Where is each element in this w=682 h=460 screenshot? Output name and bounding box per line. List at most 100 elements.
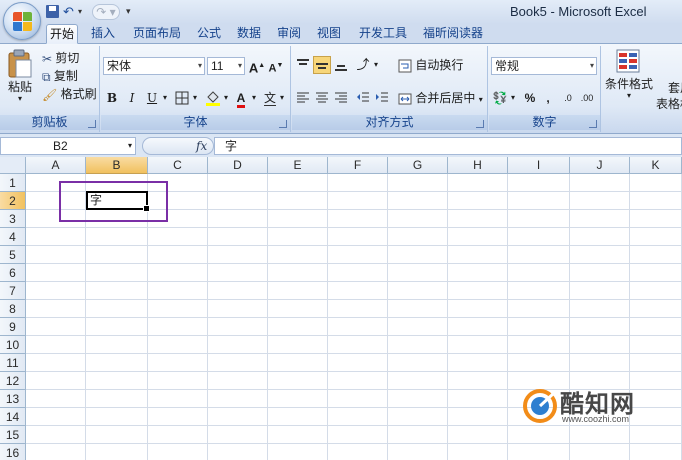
row-header-7[interactable]: 7 (0, 282, 26, 300)
office-button[interactable] (3, 2, 41, 40)
column-header-a[interactable]: A (26, 157, 86, 174)
row-header-11[interactable]: 11 (0, 354, 26, 372)
select-all-button[interactable] (0, 157, 26, 174)
tab-insert[interactable]: 插入 (88, 24, 118, 44)
ribbon: 粘贴 ▾ ✂ 剪切 ⧉ 复制 🖌 格式刷 剪贴板 宋体 ▾ 11 ▾ A▲ A▼ B… (0, 44, 682, 134)
formula-input[interactable]: 字 (214, 137, 682, 155)
align-bottom-button[interactable] (332, 56, 350, 74)
fill-color-button[interactable] (204, 89, 222, 107)
grow-font-button[interactable]: A▲ (248, 57, 266, 75)
row-header-6[interactable]: 6 (0, 264, 26, 282)
underline-button[interactable]: U (143, 89, 161, 107)
fill-color-dropdown-icon[interactable]: ▾ (221, 89, 231, 107)
row-header-3[interactable]: 3 (0, 210, 26, 228)
align-left-button[interactable] (294, 89, 312, 107)
row-header-2[interactable]: 2 (0, 192, 26, 210)
copy-button[interactable]: ⧉ 复制 (42, 68, 78, 85)
number-format-select[interactable]: 常规 ▾ (491, 57, 597, 75)
font-name-select[interactable]: 宋体 ▾ (103, 57, 205, 75)
paste-button[interactable]: 粘贴 ▾ (4, 49, 36, 109)
column-header-e[interactable]: E (268, 157, 328, 174)
accounting-dropdown-icon[interactable]: ▾ (508, 89, 518, 107)
font-launcher-icon[interactable] (279, 120, 287, 128)
row-header-14[interactable]: 14 (0, 408, 26, 426)
row-header-13[interactable]: 13 (0, 390, 26, 408)
chevron-down-icon: ▾ (127, 141, 132, 150)
align-top-button[interactable] (294, 56, 312, 74)
row-header-1[interactable]: 1 (0, 174, 26, 192)
column-header-i[interactable]: I (508, 157, 570, 174)
increase-indent-button[interactable] (373, 89, 391, 107)
align-right-button[interactable] (332, 89, 350, 107)
format-as-table-button[interactable]: 套用 表格格 (656, 80, 682, 112)
row-header-8[interactable]: 8 (0, 300, 26, 318)
row-header-12[interactable]: 12 (0, 372, 26, 390)
orientation-dropdown-icon[interactable]: ▾ (371, 56, 381, 74)
scissors-icon: ✂ (42, 51, 53, 66)
font-color-button[interactable]: A (232, 89, 250, 108)
undo-dropdown-icon[interactable]: ▾ (78, 4, 86, 19)
comma-style-button[interactable]: , (539, 89, 557, 107)
column-gridline (387, 174, 388, 460)
percent-button[interactable]: % (521, 89, 539, 107)
column-header-b[interactable]: B (86, 157, 148, 174)
tab-developer[interactable]: 开发工具 (356, 24, 410, 44)
tab-data[interactable]: 数据 (234, 24, 264, 44)
row-header-10[interactable]: 10 (0, 336, 26, 354)
row-gridline (26, 263, 682, 264)
column-gridline (447, 174, 448, 460)
phonetic-dropdown-icon[interactable]: ▾ (277, 89, 287, 107)
font-size-select[interactable]: 11 ▾ (207, 57, 245, 75)
alignment-launcher-icon[interactable] (476, 120, 484, 128)
column-header-f[interactable]: F (328, 157, 388, 174)
save-icon[interactable] (45, 4, 61, 19)
row-header-9[interactable]: 9 (0, 318, 26, 336)
row-header-15[interactable]: 15 (0, 426, 26, 444)
tab-review[interactable]: 审阅 (274, 24, 304, 44)
clipboard-launcher-icon[interactable] (88, 120, 96, 128)
row-header-4[interactable]: 4 (0, 228, 26, 246)
accounting-format-button[interactable]: 💱 (491, 89, 509, 107)
border-button[interactable] (173, 89, 191, 107)
border-dropdown-icon[interactable]: ▾ (190, 89, 200, 107)
customize-quick-access-icon[interactable]: ▾ (126, 4, 134, 19)
underline-dropdown-icon[interactable]: ▾ (160, 89, 170, 107)
copy-icon: ⧉ (42, 69, 51, 84)
merge-center-button[interactable]: 合并后居中 ▾ (398, 90, 483, 108)
row-header-5[interactable]: 5 (0, 246, 26, 264)
row-header-16[interactable]: 16 (0, 444, 26, 460)
increase-decimal-button[interactable]: .0 (559, 89, 577, 107)
insert-function-button[interactable]: fx (196, 138, 207, 154)
italic-button[interactable]: I (123, 89, 141, 107)
tab-formulas[interactable]: 公式 (194, 24, 224, 44)
tab-page-layout[interactable]: 页面布局 (130, 24, 184, 44)
column-header-k[interactable]: K (630, 157, 682, 174)
undo-icon[interactable]: ↶ (63, 4, 79, 19)
column-header-h[interactable]: H (448, 157, 508, 174)
active-cell[interactable]: 字 (86, 191, 150, 212)
tab-foxit-reader[interactable]: 福昕阅读器 (420, 24, 486, 44)
redo-icon[interactable]: ↷ ▾ (92, 4, 120, 20)
decrease-decimal-button[interactable]: .00 (578, 89, 596, 107)
orientation-button[interactable]: ⤴ (354, 56, 372, 74)
tab-view[interactable]: 视图 (314, 24, 344, 44)
shrink-font-button[interactable]: A▼ (267, 57, 285, 75)
name-box[interactable]: B2 ▾ (0, 137, 136, 155)
column-header-j[interactable]: J (570, 157, 630, 174)
tab-home[interactable]: 开始 (46, 24, 79, 44)
column-header-d[interactable]: D (208, 157, 268, 174)
conditional-format-button[interactable]: 条件格式 ▾ (604, 48, 654, 100)
align-middle-icon (316, 63, 328, 69)
align-center-button[interactable] (313, 89, 331, 107)
column-header-g[interactable]: G (388, 157, 448, 174)
column-header-c[interactable]: C (148, 157, 208, 174)
font-color-dropdown-icon[interactable]: ▾ (249, 89, 259, 107)
chevron-down-icon: ▾ (478, 95, 483, 104)
wrap-text-button[interactable]: 自动换行 (398, 57, 463, 73)
decrease-indent-button[interactable] (354, 89, 372, 107)
cut-button[interactable]: ✂ 剪切 (42, 50, 79, 67)
format-painter-button[interactable]: 🖌 格式刷 (42, 86, 97, 103)
number-launcher-icon[interactable] (589, 120, 597, 128)
bold-button[interactable]: B (103, 89, 121, 107)
align-middle-button[interactable] (313, 56, 331, 74)
